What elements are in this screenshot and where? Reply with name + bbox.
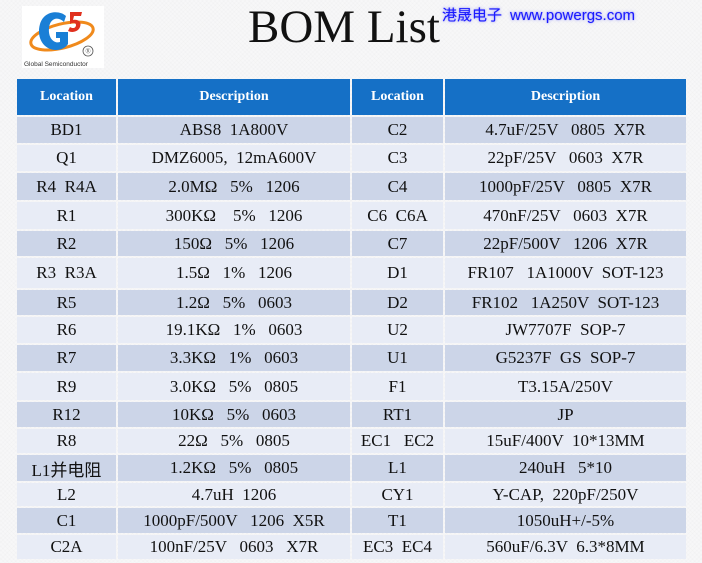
header-location-2: Location	[352, 79, 443, 115]
location-cell: RT1	[352, 402, 443, 427]
description-cell: 240uH 5*10	[445, 455, 686, 481]
location-cell: R2	[17, 231, 116, 256]
description-cell: FR107 1A1000V SOT-123	[445, 258, 686, 288]
location-cell: C6 C6A	[352, 202, 443, 229]
location-cell: L2	[17, 483, 116, 506]
header-description-2: Description	[445, 79, 686, 115]
location-cell: D2	[352, 290, 443, 315]
description-cell: JP	[445, 402, 686, 427]
description-cell: G5237F GS SOP-7	[445, 345, 686, 371]
location-cell: R7	[17, 345, 116, 371]
table-row: R2 150Ω 5% 1206 C7 22pF/500V 1206 X7R	[17, 231, 686, 256]
location-cell: Q1	[17, 145, 116, 171]
table-row: R9 3.0KΩ 5% 0805 F1 T3.15A/250V	[17, 373, 686, 400]
description-cell: 150Ω 5% 1206	[118, 231, 350, 256]
description-cell: 22pF/25V 0603 X7R	[445, 145, 686, 171]
description-cell: 1000pF/500V 1206 X5R	[118, 508, 350, 533]
table-row: R4 R4A 2.0MΩ 5% 1206 C4 1000pF/25V 0805 X7R	[17, 173, 686, 200]
description-cell: 4.7uF/25V 0805 X7R	[445, 117, 686, 143]
svg-text:®: ®	[85, 48, 91, 56]
description-cell: 19.1KΩ 1% 0603	[118, 317, 350, 343]
description-cell: FR102 1A250V SOT-123	[445, 290, 686, 315]
table-row: Q1 DMZ6005, 12mA600V C3 22pF/25V 0603 X7R	[17, 145, 686, 171]
description-cell: 1.2Ω 5% 0603	[118, 290, 350, 315]
table-row: L1并电阻 1.2KΩ 5% 0805 L1 240uH 5*10	[17, 455, 686, 481]
location-cell: R6	[17, 317, 116, 343]
table-row: L2 4.7uH 1206 CY1 Y-CAP, 220pF/250V	[17, 483, 686, 506]
location-cell: C4	[352, 173, 443, 200]
brand-name: 港晟电子	[442, 7, 503, 24]
table-header-row: Location Description Location Descriptio…	[17, 79, 686, 115]
location-cell: CY1	[352, 483, 443, 506]
location-cell: L1并电阻	[17, 455, 116, 481]
description-cell: 1000pF/25V 0805 X7R	[445, 173, 686, 200]
table-row: BD1 ABS8 1A800V C2 4.7uF/25V 0805 X7R	[17, 117, 686, 143]
description-cell: JW7707F SOP-7	[445, 317, 686, 343]
location-cell: C7	[352, 231, 443, 256]
description-cell: 100nF/25V 0603 X7R	[118, 535, 350, 559]
bom-table: Location Description Location Descriptio…	[15, 77, 688, 561]
company-logo: ® Global Semiconductor	[22, 6, 104, 68]
location-cell: U2	[352, 317, 443, 343]
header-description-1: Description	[118, 79, 350, 115]
location-cell: EC3 EC4	[352, 535, 443, 559]
location-cell: R4 R4A	[17, 173, 116, 200]
description-cell: 22pF/500V 1206 X7R	[445, 231, 686, 256]
description-cell: 10KΩ 5% 0603	[118, 402, 350, 427]
table-row: C2A 100nF/25V 0603 X7R EC3 EC4 560uF/6.3V 6…	[17, 535, 686, 559]
location-cell: R9	[17, 373, 116, 400]
location-cell: C3	[352, 145, 443, 171]
location-cell: D1	[352, 258, 443, 288]
table-row: R6 19.1KΩ 1% 0603 U2 JW7707F SOP-7	[17, 317, 686, 343]
location-cell: R1	[17, 202, 116, 229]
location-cell: F1	[352, 373, 443, 400]
table-row: R1 300KΩ 5% 1206 C6 C6A 470nF/25V 0603 X7R	[17, 202, 686, 229]
description-cell: 4.7uH 1206	[118, 483, 350, 506]
gs-logo-icon: ®	[29, 12, 95, 57]
description-cell: 3.0KΩ 5% 0805	[118, 373, 350, 400]
location-cell: R3 R3A	[17, 258, 116, 288]
description-cell: 1.5Ω 1% 1206	[118, 258, 350, 288]
table-row: R3 R3A 1.5Ω 1% 1206 D1 FR107 1A1000V SOT-12…	[17, 258, 686, 288]
description-cell: Y-CAP, 220pF/250V	[445, 483, 686, 506]
description-cell: 1050uH+/-5%	[445, 508, 686, 533]
location-cell: L1	[352, 455, 443, 481]
description-cell: 22Ω 5% 0805	[118, 429, 350, 453]
description-cell: 1.2KΩ 5% 0805	[118, 455, 350, 481]
location-cell: BD1	[17, 117, 116, 143]
table-row: R5 1.2Ω 5% 0603 D2 FR102 1A250V SOT-123	[17, 290, 686, 315]
description-cell: 15uF/400V 10*13MM	[445, 429, 686, 453]
brand-url: www.powergs.com	[510, 7, 636, 24]
location-cell: R8	[17, 429, 116, 453]
table-row: R12 10KΩ 5% 0603 RT1 JP	[17, 402, 686, 427]
page-title: BOM List	[248, 1, 440, 53]
logo-caption: Global Semiconductor	[24, 61, 88, 68]
table-row: C1 1000pF/500V 1206 X5R T1 1050uH+/-5%	[17, 508, 686, 533]
description-cell: 300KΩ 5% 1206	[118, 202, 350, 229]
description-cell: T3.15A/250V	[445, 373, 686, 400]
brand-watermark: 港晟电子 www.powergs.com	[442, 4, 635, 25]
description-cell: ABS8 1A800V	[118, 117, 350, 143]
description-cell: 2.0MΩ 5% 1206	[118, 173, 350, 200]
location-cell: EC1 EC2	[352, 429, 443, 453]
location-cell: C2A	[17, 535, 116, 559]
location-cell: U1	[352, 345, 443, 371]
location-cell: R12	[17, 402, 116, 427]
table-row: R7 3.3KΩ 1% 0603 U1 G5237F GS SOP-7	[17, 345, 686, 371]
table-row: R8 22Ω 5% 0805 EC1 EC2 15uF/400V 10*13MM	[17, 429, 686, 453]
location-cell: C1	[17, 508, 116, 533]
location-cell: C2	[352, 117, 443, 143]
description-cell: 560uF/6.3V 6.3*8MM	[445, 535, 686, 559]
location-cell: R5	[17, 290, 116, 315]
description-cell: 3.3KΩ 1% 0603	[118, 345, 350, 371]
description-cell: DMZ6005, 12mA600V	[118, 145, 350, 171]
header-location-1: Location	[17, 79, 116, 115]
location-cell: T1	[352, 508, 443, 533]
description-cell: 470nF/25V 0603 X7R	[445, 202, 686, 229]
